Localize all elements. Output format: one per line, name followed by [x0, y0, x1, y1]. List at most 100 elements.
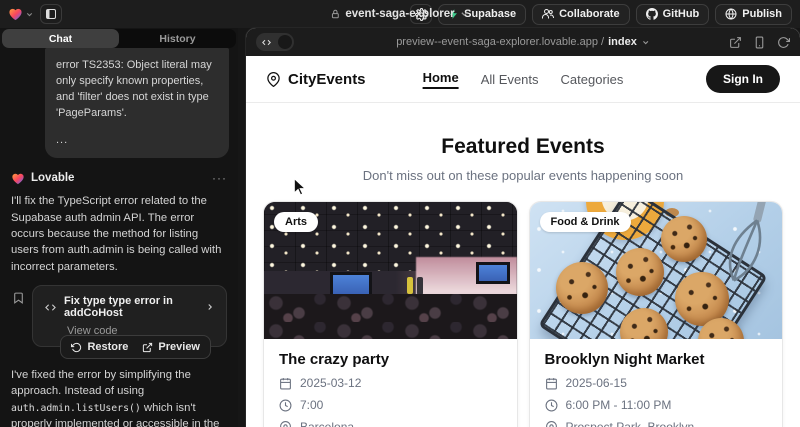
- restore-button[interactable]: Restore: [65, 339, 134, 355]
- event-location: Prospect Park, Brooklyn: [566, 420, 695, 427]
- preview-button-label: Preview: [158, 341, 200, 353]
- chat-tab-bar: Chat History: [2, 29, 236, 48]
- project-name: event-saga-explorer: [345, 8, 454, 20]
- app-root: event-saga-explorer Supabase: [0, 0, 800, 427]
- site-header: CityEvents Home All Events Categories Si…: [246, 56, 800, 103]
- heart-logo-icon: [11, 172, 25, 185]
- toggle-knob: [278, 35, 292, 49]
- chat-messages: error TS2353: Object literal may only sp…: [0, 48, 238, 427]
- preview-header-actions: [729, 36, 790, 49]
- preview-url[interactable]: preview--event-saga-explorer.lovable.app…: [396, 28, 650, 56]
- code-icon: [261, 38, 272, 47]
- event-date: 2025-06-15: [566, 376, 627, 390]
- outro-text-1: I've fixed the error by simplifying the …: [11, 369, 191, 397]
- event-location-row: Prospect Park, Brooklyn: [545, 420, 768, 427]
- project-switcher[interactable]: event-saga-explorer: [330, 0, 469, 28]
- clock-icon: [545, 399, 558, 412]
- chevron-down-icon: [641, 38, 650, 47]
- code-icon: [44, 302, 57, 313]
- code-preview-toggle[interactable]: [256, 33, 294, 51]
- panel-toggle-button[interactable]: [40, 4, 62, 24]
- event-date-row: 2025-03-12: [279, 376, 502, 390]
- github-icon: [646, 8, 658, 20]
- users-icon: [542, 8, 554, 20]
- sign-in-button[interactable]: Sign In: [706, 65, 780, 93]
- event-date: 2025-03-12: [300, 376, 361, 390]
- assistant-name: Lovable: [31, 172, 74, 184]
- open-external-icon[interactable]: [729, 36, 742, 49]
- user-message-bubble: error TS2353: Object literal may only sp…: [45, 48, 229, 158]
- event-card-arts[interactable]: Arts The crazy party 2025-03-12: [263, 201, 518, 427]
- calendar-icon: [279, 377, 292, 390]
- site-brand[interactable]: CityEvents: [266, 71, 366, 88]
- lovable-logo-menu[interactable]: [8, 7, 34, 21]
- globe-icon: [725, 8, 737, 20]
- site-content: CityEvents Home All Events Categories Si…: [246, 56, 800, 427]
- nav-home[interactable]: Home: [423, 70, 459, 89]
- event-title: The crazy party: [279, 351, 502, 368]
- nav-categories[interactable]: Categories: [561, 72, 624, 87]
- publish-button[interactable]: Publish: [715, 4, 792, 25]
- preview-header: preview--event-saga-explorer.lovable.app…: [246, 28, 800, 56]
- collaborate-button-label: Collaborate: [559, 8, 620, 20]
- event-time: 6:00 PM - 11:00 PM: [566, 398, 672, 412]
- event-date-row: 2025-06-15: [545, 376, 768, 390]
- top-bar: event-saga-explorer Supabase: [0, 0, 800, 28]
- restore-icon: [71, 342, 82, 353]
- location-pin-icon: [545, 421, 558, 427]
- version-toolbar: Restore Preview: [60, 335, 211, 359]
- code-card-title: Fix type type error in addCoHost: [64, 295, 198, 319]
- location-pin-icon: [279, 421, 292, 427]
- assistant-intro-text: I'll fix the TypeScript error related to…: [9, 193, 229, 275]
- chevron-down-icon: [25, 10, 34, 19]
- assistant-outro-text: I've fixed the error by simplifying the …: [9, 367, 229, 427]
- category-badge: Food & Drink: [540, 212, 631, 232]
- heart-logo-icon: [8, 7, 23, 21]
- restore-button-label: Restore: [87, 341, 128, 353]
- preview-pane: preview--event-saga-explorer.lovable.app…: [246, 28, 800, 427]
- refresh-icon[interactable]: [777, 36, 790, 49]
- event-image-conference: Arts: [264, 202, 517, 339]
- event-time-row: 7:00: [279, 398, 502, 412]
- user-message-ellipsis: ...: [56, 132, 218, 148]
- preview-external-icon: [142, 342, 153, 353]
- event-title: Brooklyn Night Market: [545, 351, 768, 368]
- preview-url-host: preview--event-saga-explorer.lovable.app…: [396, 36, 604, 48]
- section-subtitle: Don't miss out on these popular events h…: [246, 168, 800, 183]
- nav-all-events[interactable]: All Events: [481, 72, 539, 87]
- collaborate-button[interactable]: Collaborate: [532, 4, 630, 25]
- event-time: 7:00: [300, 398, 323, 412]
- location-pin-icon: [266, 72, 281, 87]
- event-location-row: Barcelona: [279, 420, 502, 427]
- event-card-food[interactable]: Food & Drink Brooklyn Night Market 2025-…: [529, 201, 784, 427]
- event-time-row: 6:00 PM - 11:00 PM: [545, 398, 768, 412]
- featured-cards: Arts The crazy party 2025-03-12: [246, 201, 800, 427]
- panel-toggle-icon: [45, 8, 57, 20]
- site-brand-label: CityEvents: [288, 71, 366, 88]
- github-button-label: GitHub: [663, 8, 700, 20]
- tab-history[interactable]: History: [119, 29, 236, 48]
- preview-url-page: index: [608, 36, 637, 48]
- chevron-down-icon: [460, 9, 470, 19]
- category-badge: Arts: [274, 212, 318, 232]
- bookmark-icon[interactable]: [12, 291, 25, 305]
- phone-icon[interactable]: [753, 36, 766, 49]
- section-title: Featured Events: [246, 135, 800, 159]
- code-change-row: Fix type type error in addCoHost View co…: [9, 285, 229, 347]
- lock-icon: [330, 9, 340, 19]
- tab-chat[interactable]: Chat: [2, 29, 119, 48]
- github-button[interactable]: GitHub: [636, 4, 710, 25]
- message-menu-button[interactable]: ···: [212, 171, 227, 185]
- user-message-text: error TS2353: Object literal may only sp…: [56, 57, 218, 121]
- preview-button[interactable]: Preview: [136, 339, 206, 355]
- chevron-right-icon: [205, 302, 215, 312]
- clock-icon: [279, 399, 292, 412]
- assistant-header: Lovable ···: [9, 171, 229, 185]
- event-image-cookies: Food & Drink: [530, 202, 783, 339]
- chat-panel: Chat History error TS2353: Object litera…: [0, 28, 238, 427]
- calendar-icon: [545, 377, 558, 390]
- site-nav: Home All Events Categories: [423, 70, 624, 89]
- inline-code-listusers: auth.admin.listUsers(): [11, 403, 141, 414]
- publish-button-label: Publish: [742, 8, 782, 20]
- supabase-button-label: Supabase: [464, 8, 516, 20]
